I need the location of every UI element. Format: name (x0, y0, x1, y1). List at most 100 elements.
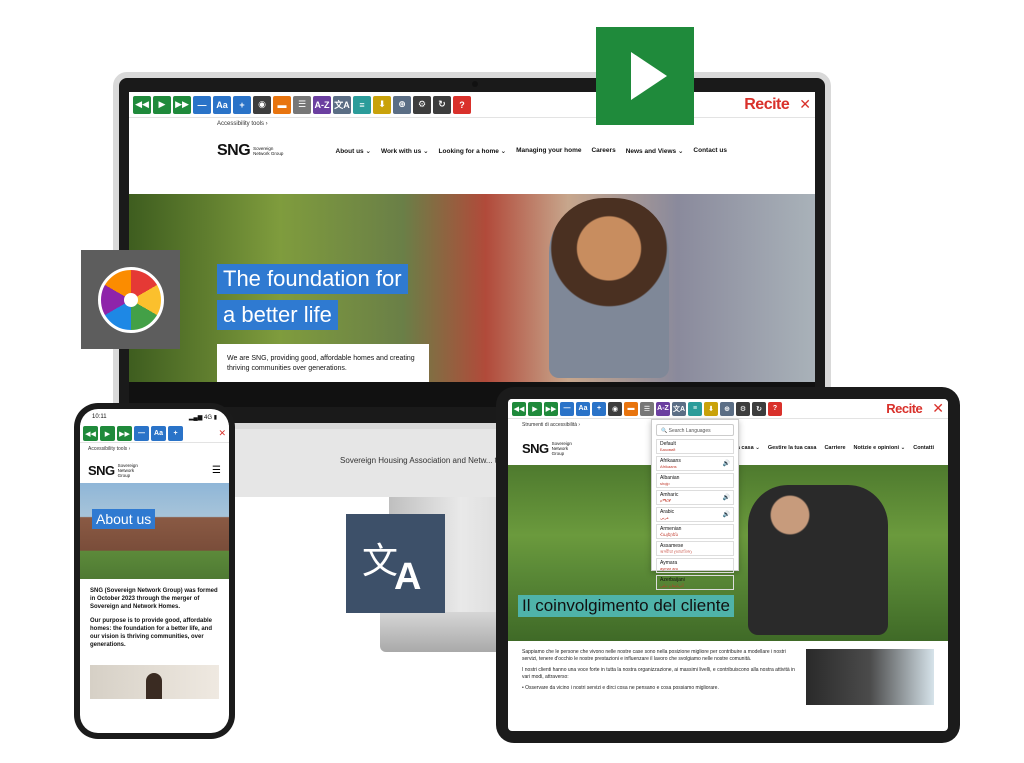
tablet-body: Sappiamo che le persone che vivono nelle… (508, 641, 948, 713)
menu-icon[interactable]: ☰ (212, 465, 221, 476)
nav-link[interactable]: Contatti (913, 445, 934, 451)
help-icon[interactable]: ? (453, 95, 471, 114)
mobile-photo (90, 665, 219, 699)
reset-icon[interactable]: ↻ (433, 95, 451, 114)
language-search-input[interactable]: 🔍 Search Languages (656, 424, 734, 436)
language-option[interactable]: Assamese অসমীয়া (আচামিজ) (656, 541, 734, 556)
play-icon[interactable]: ▶ (153, 95, 171, 114)
fast-forward-icon[interactable]: ▶▶ (544, 401, 558, 416)
magnifier-icon[interactable]: ⊕ (720, 401, 734, 416)
nav-link[interactable]: Notizie e opinioni ⌄ (854, 445, 906, 451)
recite-logo[interactable]: Recite (886, 401, 923, 416)
reset-icon[interactable]: ↻ (752, 401, 766, 416)
nav-link[interactable]: Carriere (824, 445, 845, 451)
nav-link[interactable]: News and Views ⌄ (626, 147, 684, 155)
increase-text-icon[interactable]: + (168, 426, 183, 441)
close-icon[interactable]: ✕ (799, 96, 811, 113)
sng-logo[interactable]: SNG (217, 142, 251, 160)
increase-text-icon[interactable]: + (233, 95, 251, 114)
margin-icon[interactable]: ☰ (640, 401, 654, 416)
settings-icon[interactable]: ⚙ (736, 401, 750, 416)
dictionary-icon[interactable]: A-Z (656, 401, 670, 416)
translate-icon[interactable]: 文A (333, 95, 351, 114)
decrease-text-icon[interactable]: — (134, 426, 149, 441)
camera (472, 81, 478, 87)
font-icon[interactable]: Aa (576, 401, 590, 416)
mobile-phone: 10:11 ▂▄▆ 4G ▮ ◀◀ ▶ ▶▶ — Aa + ✕ Accessibility … (74, 403, 235, 739)
color-wheel-tile (81, 250, 180, 349)
download-icon[interactable]: ⬇ (373, 95, 391, 114)
status-signal: ▂▄▆ 4G ▮ (188, 415, 217, 421)
speaker-icon[interactable]: 🔊 (723, 494, 730, 501)
ruler-icon[interactable]: ▬ (624, 401, 638, 416)
decrease-text-icon[interactable]: — (193, 95, 211, 114)
nav-link[interactable]: Looking for a home ⌄ (439, 147, 507, 155)
language-option[interactable]: Armenian Հայերեն (656, 524, 734, 539)
language-option[interactable]: Afrikaans Afrikaans 🔊 (656, 456, 734, 471)
rewind-icon[interactable]: ◀◀ (133, 95, 151, 114)
language-option[interactable]: Arabic عربي 🔊 (656, 507, 734, 522)
mobile-header: SNG Sovereign Network Group ☰ (80, 457, 229, 483)
close-icon[interactable]: ✕ (932, 400, 944, 417)
dictionary-icon[interactable]: A-Z (313, 95, 331, 114)
language-option[interactable]: Albanian shqip (656, 473, 734, 488)
language-native-name: Afrikaans (660, 464, 677, 469)
text-mode-icon[interactable]: ≡ (688, 401, 702, 416)
increase-text-icon[interactable]: + (592, 401, 606, 416)
nav-link[interactable]: Careers (591, 147, 615, 155)
breadcrumb[interactable]: Accessibility tools › (80, 443, 229, 457)
breadcrumb[interactable]: Accessibility tools › (129, 118, 815, 132)
nav-link[interactable]: Managing your home (516, 147, 581, 155)
recite-logo[interactable]: Recite (744, 96, 790, 114)
color-wheel-icon (97, 266, 164, 333)
tablet-text: Sappiamo che le persone che vivono nelle… (522, 649, 796, 705)
tablet-paragraph: I nostri clienti hanno una voce forte in… (522, 667, 795, 680)
fast-forward-icon[interactable]: ▶▶ (117, 426, 132, 441)
help-icon[interactable]: ? (768, 401, 782, 416)
mobile-paragraph: Our purpose is to provide good, affordab… (90, 618, 213, 648)
rewind-icon[interactable]: ◀◀ (83, 426, 98, 441)
translate-icon[interactable]: 文A (672, 401, 686, 416)
play-icon[interactable]: ▶ (528, 401, 542, 416)
text-mode-icon[interactable]: ≡ (353, 95, 371, 114)
translate-icon-letter: A (394, 556, 422, 598)
tablet-paragraph: Sappiamo che le persone che vivono nelle… (522, 649, 786, 662)
speaker-icon[interactable]: 🔊 (723, 460, 730, 467)
nav-link[interactable]: Gestire la tua casa (768, 445, 817, 451)
sng-logo[interactable]: SNG (88, 463, 115, 478)
decrease-text-icon[interactable]: — (560, 401, 574, 416)
site-header: SNG Sovereign Network Group About us ⌄ Wo… (129, 132, 815, 170)
language-native-name: عربي (660, 515, 670, 520)
close-icon[interactable]: ✕ (218, 428, 226, 439)
font-icon[interactable]: Aa (213, 95, 231, 114)
nav-link[interactable]: About us ⌄ (336, 147, 371, 155)
download-icon[interactable]: ⬇ (704, 401, 718, 416)
margin-icon[interactable]: ☰ (293, 95, 311, 114)
language-option[interactable]: Aymara aymar aru (656, 558, 734, 573)
font-icon[interactable]: Aa (151, 426, 166, 441)
language-option[interactable]: Default Базовий (656, 439, 734, 454)
language-native-name: አማርኛ (660, 498, 671, 503)
fast-forward-icon[interactable]: ▶▶ (173, 95, 191, 114)
rewind-icon[interactable]: ◀◀ (512, 401, 526, 416)
nav-link[interactable]: Work with us ⌄ (381, 147, 429, 155)
sng-logo-subtitle: Sovereign Network Group (253, 146, 284, 156)
play-icon[interactable]: ▶ (100, 426, 115, 441)
language-native-name: آذربایجان دیلی (660, 583, 684, 588)
translate-icon: 文 (362, 541, 399, 582)
magnifier-icon[interactable]: ⊕ (393, 95, 411, 114)
hero-banner: The foundation for a better life We are … (129, 194, 815, 388)
mobile-body: SNG (Sovereign Network Group) was formed… (80, 579, 229, 663)
nav-link[interactable]: Contact us (693, 147, 727, 155)
color-wheel-icon[interactable]: ◉ (253, 95, 271, 114)
main-nav: About us ⌄ Work with us ⌄ Looking for a ho… (336, 147, 727, 155)
language-option[interactable]: Azerbaijani آذربایجان دیلی (656, 575, 734, 590)
settings-icon[interactable]: ⚙ (413, 95, 431, 114)
language-option[interactable]: Amharic አማርኛ 🔊 (656, 490, 734, 505)
speaker-icon[interactable]: 🔊 (723, 511, 730, 518)
sng-logo[interactable]: SNG (522, 441, 549, 456)
phone-screen: 10:11 ▂▄▆ 4G ▮ ◀◀ ▶ ▶▶ — Aa + ✕ Accessibility … (80, 409, 229, 733)
ruler-icon[interactable]: ▬ (273, 95, 291, 114)
translate-tile: 文 A (346, 514, 445, 613)
color-wheel-icon[interactable]: ◉ (608, 401, 622, 416)
